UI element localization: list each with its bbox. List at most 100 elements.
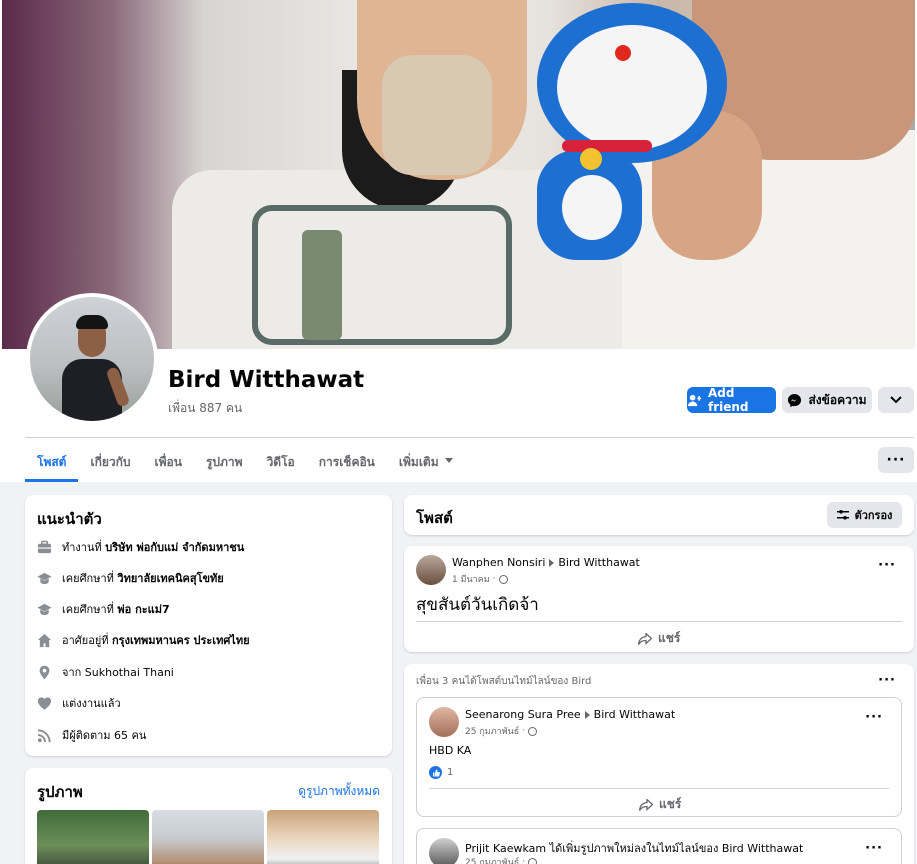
tab-about[interactable]: เกี่ยวกับ xyxy=(78,440,142,482)
cover-shape xyxy=(382,55,492,175)
date-text: 25 กุมภาพันธ์ xyxy=(465,858,520,864)
add-friend-label: Add friend xyxy=(708,386,749,414)
post-options-icon[interactable]: ··· xyxy=(878,673,896,688)
messenger-icon xyxy=(788,393,802,407)
intro-text: เคยศึกษาที่ พ่อ กะแม่7 xyxy=(62,600,170,618)
intro-row-education-2: เคยศึกษาที่ พ่อ กะแม่7 xyxy=(37,600,170,618)
tab-photos[interactable]: รูปภาพ xyxy=(194,440,255,482)
action-text: ได้เพิ่มรูปภาพใหม่ลงในไทม์ไลน์ของ xyxy=(546,842,722,855)
add-person-icon xyxy=(687,394,702,406)
intro-row-work: ทำงานที่ บริษัท พ่อกับแม่ จำกัดมหาชน xyxy=(37,538,244,556)
see-all-photos-link[interactable]: ดูรูปภาพทั้งหมด xyxy=(298,782,380,801)
cover-shape xyxy=(557,25,707,150)
tab-more[interactable]: เพิ่มเติม xyxy=(387,440,465,482)
tabs-more-button[interactable]: ··· xyxy=(878,447,914,473)
profile-name: Bird Witthawat xyxy=(168,367,365,393)
post-text: HBD KA xyxy=(429,744,472,757)
intro-bold[interactable]: กรุงเทพมหานคร ประเทศไทย xyxy=(112,634,250,647)
share-button[interactable]: แชร์ xyxy=(638,629,680,648)
post-options-icon[interactable]: ··· xyxy=(865,841,883,856)
share-icon xyxy=(639,798,653,811)
cover-shape xyxy=(562,140,652,152)
globe-icon xyxy=(528,726,538,736)
intro-text: เคยศึกษาที่ วิทยาลัยเทคนิคสุโขทัย xyxy=(62,569,224,587)
tab-videos[interactable]: วิดีโอ xyxy=(255,440,307,482)
filter-label: ตัวกรอง xyxy=(854,509,893,522)
post-date[interactable]: 1 มีนาคม · xyxy=(452,572,508,586)
separator: · xyxy=(522,857,526,864)
tab-posts[interactable]: โพสต์ xyxy=(25,440,79,482)
intro-text: ทำงานที่ บริษัท พ่อกับแม่ จำกัดมหาชน xyxy=(62,538,244,556)
message-button[interactable]: ส่งข้อความ xyxy=(782,387,872,413)
ellipsis-icon: ··· xyxy=(886,452,906,468)
post-card: Wanphen Nonsiri Bird Witthawat 1 มีนาคม ·… xyxy=(404,546,914,652)
profile-tabs: โพสต์ เกี่ยวกับ เพื่อน รูปภาพ วิดีโอ การ… xyxy=(25,440,465,482)
share-label: แชร์ xyxy=(659,797,682,811)
author-name[interactable]: Wanphen Nonsiri xyxy=(452,556,545,569)
post-author-avatar[interactable] xyxy=(429,838,459,864)
post-author: Seenarong Sura Pree Bird Witthawat xyxy=(465,708,675,721)
globe-icon xyxy=(498,574,508,584)
intro-bold[interactable]: พ่อ กะแม่7 xyxy=(117,603,169,616)
post-date[interactable]: 25 กุมภาพันธ์ · xyxy=(465,724,538,738)
tab-friends[interactable]: เพื่อน xyxy=(143,440,194,482)
more-options-button[interactable] xyxy=(878,387,914,413)
date-text: 1 มีนาคม xyxy=(452,575,490,585)
friends-count[interactable]: เพื่อน 887 คน xyxy=(168,399,242,418)
globe-icon xyxy=(528,857,538,864)
intro-bold[interactable]: Sukhothai Thani xyxy=(85,666,174,679)
timeline-summary: เพื่อน 3 คนได้โพสต์บนไทม์ไลน์ของ Bird xyxy=(416,676,592,687)
cover-photo[interactable] xyxy=(2,0,915,349)
target-name[interactable]: Bird Witthawat xyxy=(594,708,676,721)
target-name[interactable]: Bird Witthawat xyxy=(722,842,804,855)
photo-thumbnail[interactable] xyxy=(152,810,264,864)
caret-down-icon xyxy=(444,458,453,463)
post-options-icon[interactable]: ··· xyxy=(865,710,883,725)
rss-icon xyxy=(37,728,51,742)
share-button[interactable]: แชร์ xyxy=(639,795,681,814)
inner-post-card: Prijit Kaewkam ได้เพิ่มรูปภาพใหม่ลงในไทม… xyxy=(416,828,902,864)
intro-bold[interactable]: วิทยาลัยเทคนิคสุโขทัย xyxy=(117,572,223,585)
posts-header-card: โพสต์ ตัวกรอง xyxy=(404,495,914,535)
briefcase-icon xyxy=(37,540,52,553)
intro-row-from: จาก Sukhothai Thani xyxy=(37,663,174,681)
photos-card: รูปภาพ ดูรูปภาพทั้งหมด xyxy=(25,768,392,864)
cover-shape xyxy=(302,230,342,340)
photo-thumbnail[interactable] xyxy=(37,810,149,864)
intro-row-relationship: แต่งงานแล้ว xyxy=(37,694,121,712)
arrow-right-icon xyxy=(584,710,590,719)
intro-card: แนะนำตัว ทำงานที่ บริษัท พ่อกับแม่ จำกัด… xyxy=(25,495,392,756)
intro-bold[interactable]: บริษัท พ่อกับแม่ จำกัดมหาชน xyxy=(105,541,244,554)
post-text: สุขสันต์วันเกิดจ้า xyxy=(416,595,539,615)
graduation-cap-icon xyxy=(37,603,52,615)
reactions-count[interactable]: 1 xyxy=(429,766,453,779)
header-divider xyxy=(25,437,914,438)
profile-picture[interactable] xyxy=(26,293,158,425)
add-friend-button[interactable]: Add friend xyxy=(687,386,776,414)
message-label: ส่งข้อความ xyxy=(808,392,867,407)
post-author-avatar[interactable] xyxy=(429,707,459,737)
heart-icon xyxy=(37,696,52,710)
photo-thumbnail[interactable] xyxy=(267,810,379,864)
post-divider xyxy=(416,621,902,622)
share-icon xyxy=(638,632,652,645)
post-options-icon[interactable]: ··· xyxy=(878,558,896,573)
filter-button[interactable]: ตัวกรอง xyxy=(827,502,902,528)
profile-header: Bird Witthawat เพื่อน 887 คน Add friend … xyxy=(0,0,917,482)
likes-count: 1 xyxy=(447,767,454,778)
cover-shape xyxy=(562,175,622,240)
post-date[interactable]: 25 กุมภาพันธ์ · xyxy=(465,855,538,864)
inner-post-card: Seenarong Sura Pree Bird Witthawat 25 กุ… xyxy=(416,697,902,817)
intro-prefix: จาก xyxy=(62,666,85,679)
intro-text[interactable]: มีผู้ติดตาม 65 คน xyxy=(62,726,146,744)
avatar-shape xyxy=(76,315,108,329)
intro-row-followers: มีผู้ติดตาม 65 คน xyxy=(37,726,146,744)
target-name[interactable]: Bird Witthawat xyxy=(558,556,640,569)
author-name[interactable]: Seenarong Sura Pree xyxy=(465,708,581,721)
tab-checkins[interactable]: การเช็คอิน xyxy=(307,440,387,482)
tab-more-label: เพิ่มเติม xyxy=(398,455,439,469)
cover-shape xyxy=(615,45,631,61)
author-name[interactable]: Prijit Kaewkam xyxy=(465,842,546,855)
post-author-avatar[interactable] xyxy=(416,555,446,585)
intro-row-lives-in: อาศัยอยู่ที่ กรุงเทพมหานคร ประเทศไทย xyxy=(37,631,250,649)
